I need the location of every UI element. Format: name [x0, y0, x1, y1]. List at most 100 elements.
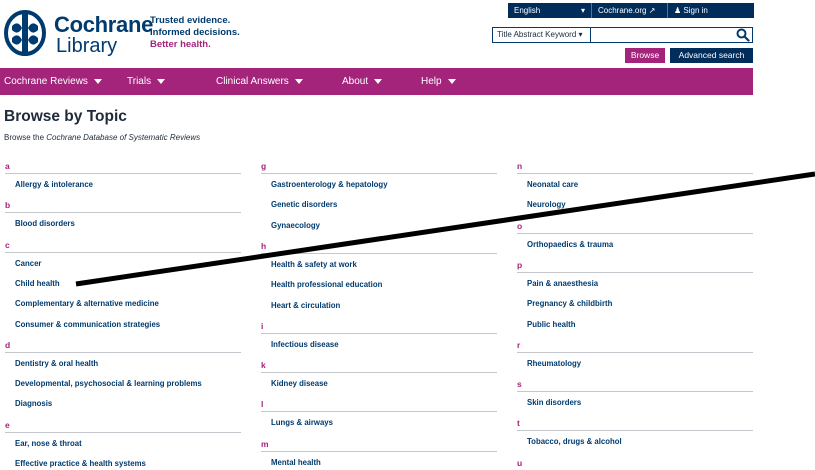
advanced-search-button[interactable]: Advanced search: [670, 48, 753, 63]
topic-letter-i: i: [261, 320, 264, 331]
search-icon[interactable]: [736, 28, 750, 42]
letter-divider: [517, 232, 753, 234]
topic-link[interactable]: Diagnosis: [15, 399, 52, 408]
search-input[interactable]: [591, 27, 753, 43]
nav-label: Cochrane Reviews: [4, 76, 88, 87]
user-icon: ♟: [674, 6, 684, 15]
nav-label: About: [342, 76, 369, 87]
letter-divider: [261, 450, 497, 452]
letter-divider: [5, 212, 241, 214]
letter-divider: [5, 251, 241, 253]
letter-divider: [517, 391, 753, 393]
topic-link[interactable]: Heart & circulation: [271, 301, 340, 310]
browse-button[interactable]: Browse: [625, 48, 665, 63]
topic-link[interactable]: Dentistry & oral health: [15, 359, 98, 368]
nav-item-cochrane-reviews[interactable]: Cochrane Reviews: [4, 68, 102, 95]
tagline: Trusted evidence. Informed decisions. Be…: [150, 15, 240, 51]
topic-link[interactable]: Cancer: [15, 259, 41, 268]
nav-label: Trials: [127, 76, 152, 87]
letter-divider: [261, 332, 497, 334]
topic-link[interactable]: Health & safety at work: [271, 260, 357, 269]
language-selector[interactable]: English ▾: [508, 3, 592, 18]
topic-link[interactable]: Developmental, psychosocial & learning p…: [15, 379, 202, 388]
topic-link[interactable]: Consumer & communication strategies: [15, 320, 160, 329]
caret-down-icon: [157, 78, 166, 84]
topic-link[interactable]: Health professional education: [271, 280, 382, 289]
topic-letter-k: k: [261, 360, 266, 371]
topic-letter-d: d: [5, 339, 11, 350]
topic-link[interactable]: Complementary & alternative medicine: [15, 299, 159, 308]
topic-link[interactable]: Genetic disorders: [271, 200, 337, 209]
caret-down-icon: ▾: [580, 6, 585, 15]
subtitle-database-name: Cochrane Database of Systematic Reviews: [46, 133, 201, 142]
topic-link[interactable]: Infectious disease: [271, 340, 339, 349]
topic-link[interactable]: Effective practice & health systems: [15, 459, 146, 468]
topic-link[interactable]: Child health: [15, 279, 60, 288]
topic-link[interactable]: Gastroenterology & hepatology: [271, 180, 388, 189]
cochrane-org-link[interactable]: Cochrane.org ↗: [592, 3, 668, 18]
caret-down-icon: [93, 78, 102, 84]
topic-letter-g: g: [261, 161, 267, 171]
topic-letter-b: b: [5, 200, 11, 211]
main-navigation: Cochrane Reviews Trials Clinical Answers…: [0, 68, 753, 95]
topic-letter-s: s: [517, 379, 522, 390]
topic-letter-n: n: [517, 161, 523, 171]
topic-letter-r: r: [517, 339, 521, 350]
nav-item-clinical-answers[interactable]: Clinical Answers: [216, 68, 303, 95]
topic-link[interactable]: Allergy & intolerance: [15, 180, 93, 189]
caret-down-icon: [447, 78, 456, 84]
logo-wordmark-library: Library: [56, 35, 118, 57]
search-scope-select[interactable]: Title Abstract Keyword ▾: [492, 27, 591, 43]
topic-link[interactable]: Pain & anaesthesia: [527, 279, 598, 288]
letter-divider: [517, 173, 753, 174]
nav-label: Clinical Answers: [216, 76, 289, 87]
topic-link[interactable]: Mental health: [271, 458, 321, 467]
language-label: English: [514, 6, 541, 15]
letter-divider: [517, 271, 753, 273]
nav-item-help[interactable]: Help: [421, 68, 456, 95]
topic-link[interactable]: Ear, nose & throat: [15, 439, 82, 448]
topic-link[interactable]: Orthopaedics & trauma: [527, 240, 613, 249]
topic-link[interactable]: Kidney disease: [271, 379, 328, 388]
topic-link[interactable]: Skin disorders: [527, 398, 581, 407]
nav-item-about[interactable]: About: [342, 68, 383, 95]
topic-link[interactable]: Rheumatology: [527, 359, 581, 368]
letter-divider: [5, 431, 241, 433]
topic-letter-a: a: [5, 161, 10, 171]
letter-divider: [261, 252, 497, 254]
search-scope-label: Title Abstract Keyword: [497, 30, 577, 39]
topic-letter-p: p: [517, 259, 523, 270]
logo-wordmark-cochrane: Cochrane: [54, 12, 154, 37]
cochrane-org-label: Cochrane.org: [598, 6, 647, 15]
topic-letter-c: c: [5, 239, 10, 250]
letter-divider: [517, 351, 753, 353]
topic-link[interactable]: Tobacco, drugs & alcohol: [527, 437, 622, 446]
nav-label: Help: [421, 76, 442, 87]
topic-link[interactable]: Gynaecology: [271, 221, 320, 230]
letter-divider: [517, 430, 753, 432]
tagline-line-3: Better health.: [150, 39, 211, 50]
topic-link[interactable]: Neonatal care: [527, 180, 578, 189]
topic-link[interactable]: Blood disorders: [15, 219, 75, 228]
caret-down-icon: ▾: [578, 30, 583, 39]
topic-letter-l: l: [261, 399, 264, 410]
topic-link[interactable]: Pregnancy & childbirth: [527, 299, 612, 308]
topic-letter-u: u: [517, 457, 523, 468]
external-link-icon: ↗: [648, 6, 656, 15]
topic-link[interactable]: Neurology: [527, 200, 566, 209]
tagline-line-2: Informed decisions.: [150, 27, 240, 38]
subtitle-text: Browse the: [4, 133, 47, 142]
letter-divider: [261, 173, 497, 174]
topic-letter-o: o: [517, 220, 523, 231]
topic-link[interactable]: Lungs & airways: [271, 418, 333, 427]
letter-divider: [5, 351, 241, 353]
nav-item-trials[interactable]: Trials: [127, 68, 166, 95]
topic-letter-m: m: [261, 438, 269, 449]
sign-in-link[interactable]: ♟ Sign in: [668, 3, 754, 18]
caret-down-icon: [294, 78, 303, 84]
tagline-line-1: Trusted evidence.: [150, 15, 231, 26]
utility-bar: English ▾ Cochrane.org ↗ ♟ Sign in: [508, 3, 754, 18]
topic-link[interactable]: Public health: [527, 320, 576, 329]
topic-letter-t: t: [517, 418, 520, 429]
page-title: Browse by Topic: [4, 108, 127, 125]
